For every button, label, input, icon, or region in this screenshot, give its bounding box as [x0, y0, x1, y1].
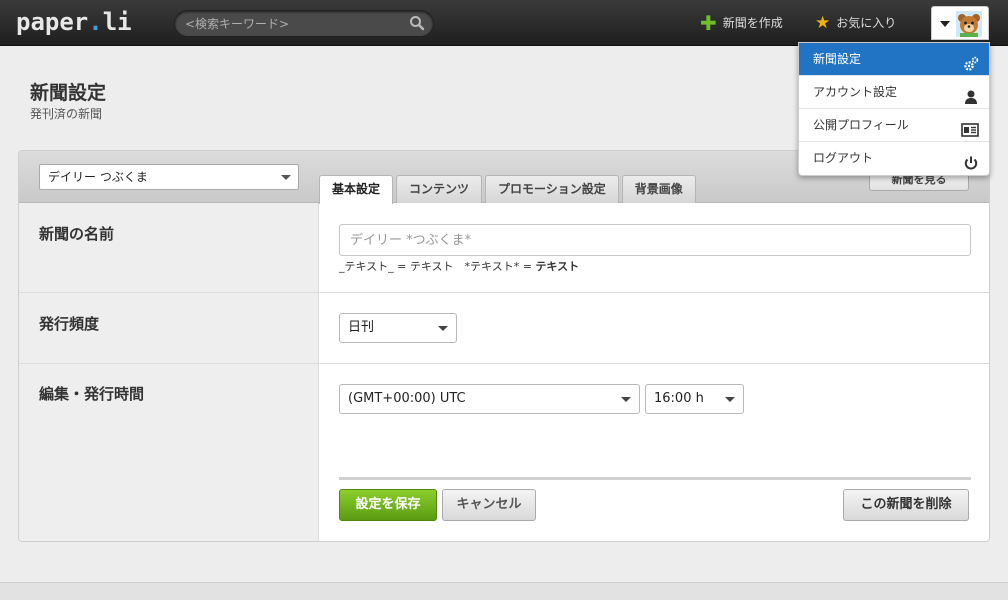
- form-divider: [339, 477, 971, 480]
- search-icon[interactable]: [409, 15, 425, 34]
- frequency-select[interactable]: 日刊: [339, 313, 457, 343]
- timezone-select[interactable]: (GMT+00:00) UTC: [339, 384, 640, 414]
- hint-bold-text: テキスト: [535, 260, 580, 273]
- top-bar: paper.li ✚ 新聞を作成 ★ お気に入り: [0, 0, 1008, 46]
- menu-item-label: 公開プロフィール: [813, 118, 909, 132]
- caret-down-icon: [940, 21, 950, 27]
- row-divider: [19, 363, 989, 364]
- paper-select[interactable]: デイリー つぶくま: [39, 164, 299, 190]
- menu-item-label: ログアウト: [813, 151, 874, 165]
- logo-text-dot: .: [88, 8, 103, 36]
- settings-tabs: 基本設定 コンテンツ プロモーション設定 背景画像: [319, 175, 696, 204]
- plus-icon: ✚: [700, 10, 717, 35]
- frequency-select-value: 日刊: [348, 320, 375, 335]
- avatar: [956, 11, 982, 40]
- chevron-down-icon: [281, 175, 291, 180]
- favorites-link[interactable]: ★ お気に入り: [815, 14, 896, 31]
- tab-basic-settings[interactable]: 基本設定: [319, 175, 394, 204]
- user-menu-button[interactable]: [931, 6, 989, 40]
- menu-item-label: アカウント設定: [813, 85, 898, 99]
- menu-item-label: 新聞設定: [813, 52, 862, 66]
- paper-name-input[interactable]: [339, 224, 971, 256]
- chevron-down-icon: [725, 397, 735, 402]
- tab-promotion-settings[interactable]: プロモーション設定: [485, 175, 619, 203]
- logo-text-end: li: [102, 8, 132, 36]
- page-subtitle: 発刊済の新聞: [30, 107, 103, 121]
- hint-plain-text: _テキスト_ = テキスト *テキスト* =: [339, 260, 536, 273]
- save-settings-button[interactable]: 設定を保存: [339, 489, 437, 521]
- row-divider: [19, 292, 989, 293]
- paperli-logo[interactable]: paper.li: [16, 8, 132, 36]
- frequency-label: 発行頻度: [39, 315, 100, 333]
- delete-paper-button[interactable]: この新聞を削除: [843, 489, 969, 521]
- timezone-select-value: (GMT+00:00) UTC: [348, 391, 466, 406]
- create-paper-label: 新聞を作成: [722, 16, 783, 30]
- search-box: [174, 10, 434, 37]
- paper-name-label: 新聞の名前: [39, 225, 115, 243]
- footer-bar: [0, 582, 1008, 600]
- create-paper-link[interactable]: ✚ 新聞を作成: [700, 10, 783, 35]
- label-column: [19, 203, 319, 541]
- user-dropdown-menu: 新聞設定 アカウント設定 公開プロフィール ログアウト: [798, 42, 990, 176]
- menu-item-paper-settings[interactable]: 新聞設定: [799, 43, 989, 76]
- formatting-hint: _テキスト_ = テキスト *テキスト* = テキスト: [339, 258, 579, 274]
- menu-item-public-profile[interactable]: 公開プロフィール: [799, 109, 989, 142]
- logo-text-main: paper: [16, 8, 89, 36]
- search-input[interactable]: [185, 15, 405, 33]
- chevron-down-icon: [621, 397, 631, 402]
- tab-contents[interactable]: コンテンツ: [396, 175, 483, 203]
- favorites-label: お気に入り: [836, 16, 897, 30]
- settings-panel: デイリー つぶくま 基本設定 コンテンツ プロモーション設定 背景画像 新聞を見…: [18, 150, 990, 542]
- menu-item-account-settings[interactable]: アカウント設定: [799, 76, 989, 109]
- time-select[interactable]: 16:00 h: [645, 384, 744, 414]
- page-title: 新聞設定: [30, 82, 107, 104]
- star-icon: ★: [815, 12, 831, 33]
- time-select-value: 16:00 h: [654, 391, 704, 406]
- paper-select-value: デイリー つぶくま: [48, 170, 148, 184]
- chevron-down-icon: [438, 326, 448, 331]
- menu-item-logout[interactable]: ログアウト: [799, 142, 989, 175]
- power-icon: [963, 151, 979, 184]
- tab-background-image[interactable]: 背景画像: [621, 175, 696, 203]
- publish-time-label: 編集・発行時間: [39, 385, 145, 403]
- cancel-button[interactable]: キャンセル: [442, 489, 536, 521]
